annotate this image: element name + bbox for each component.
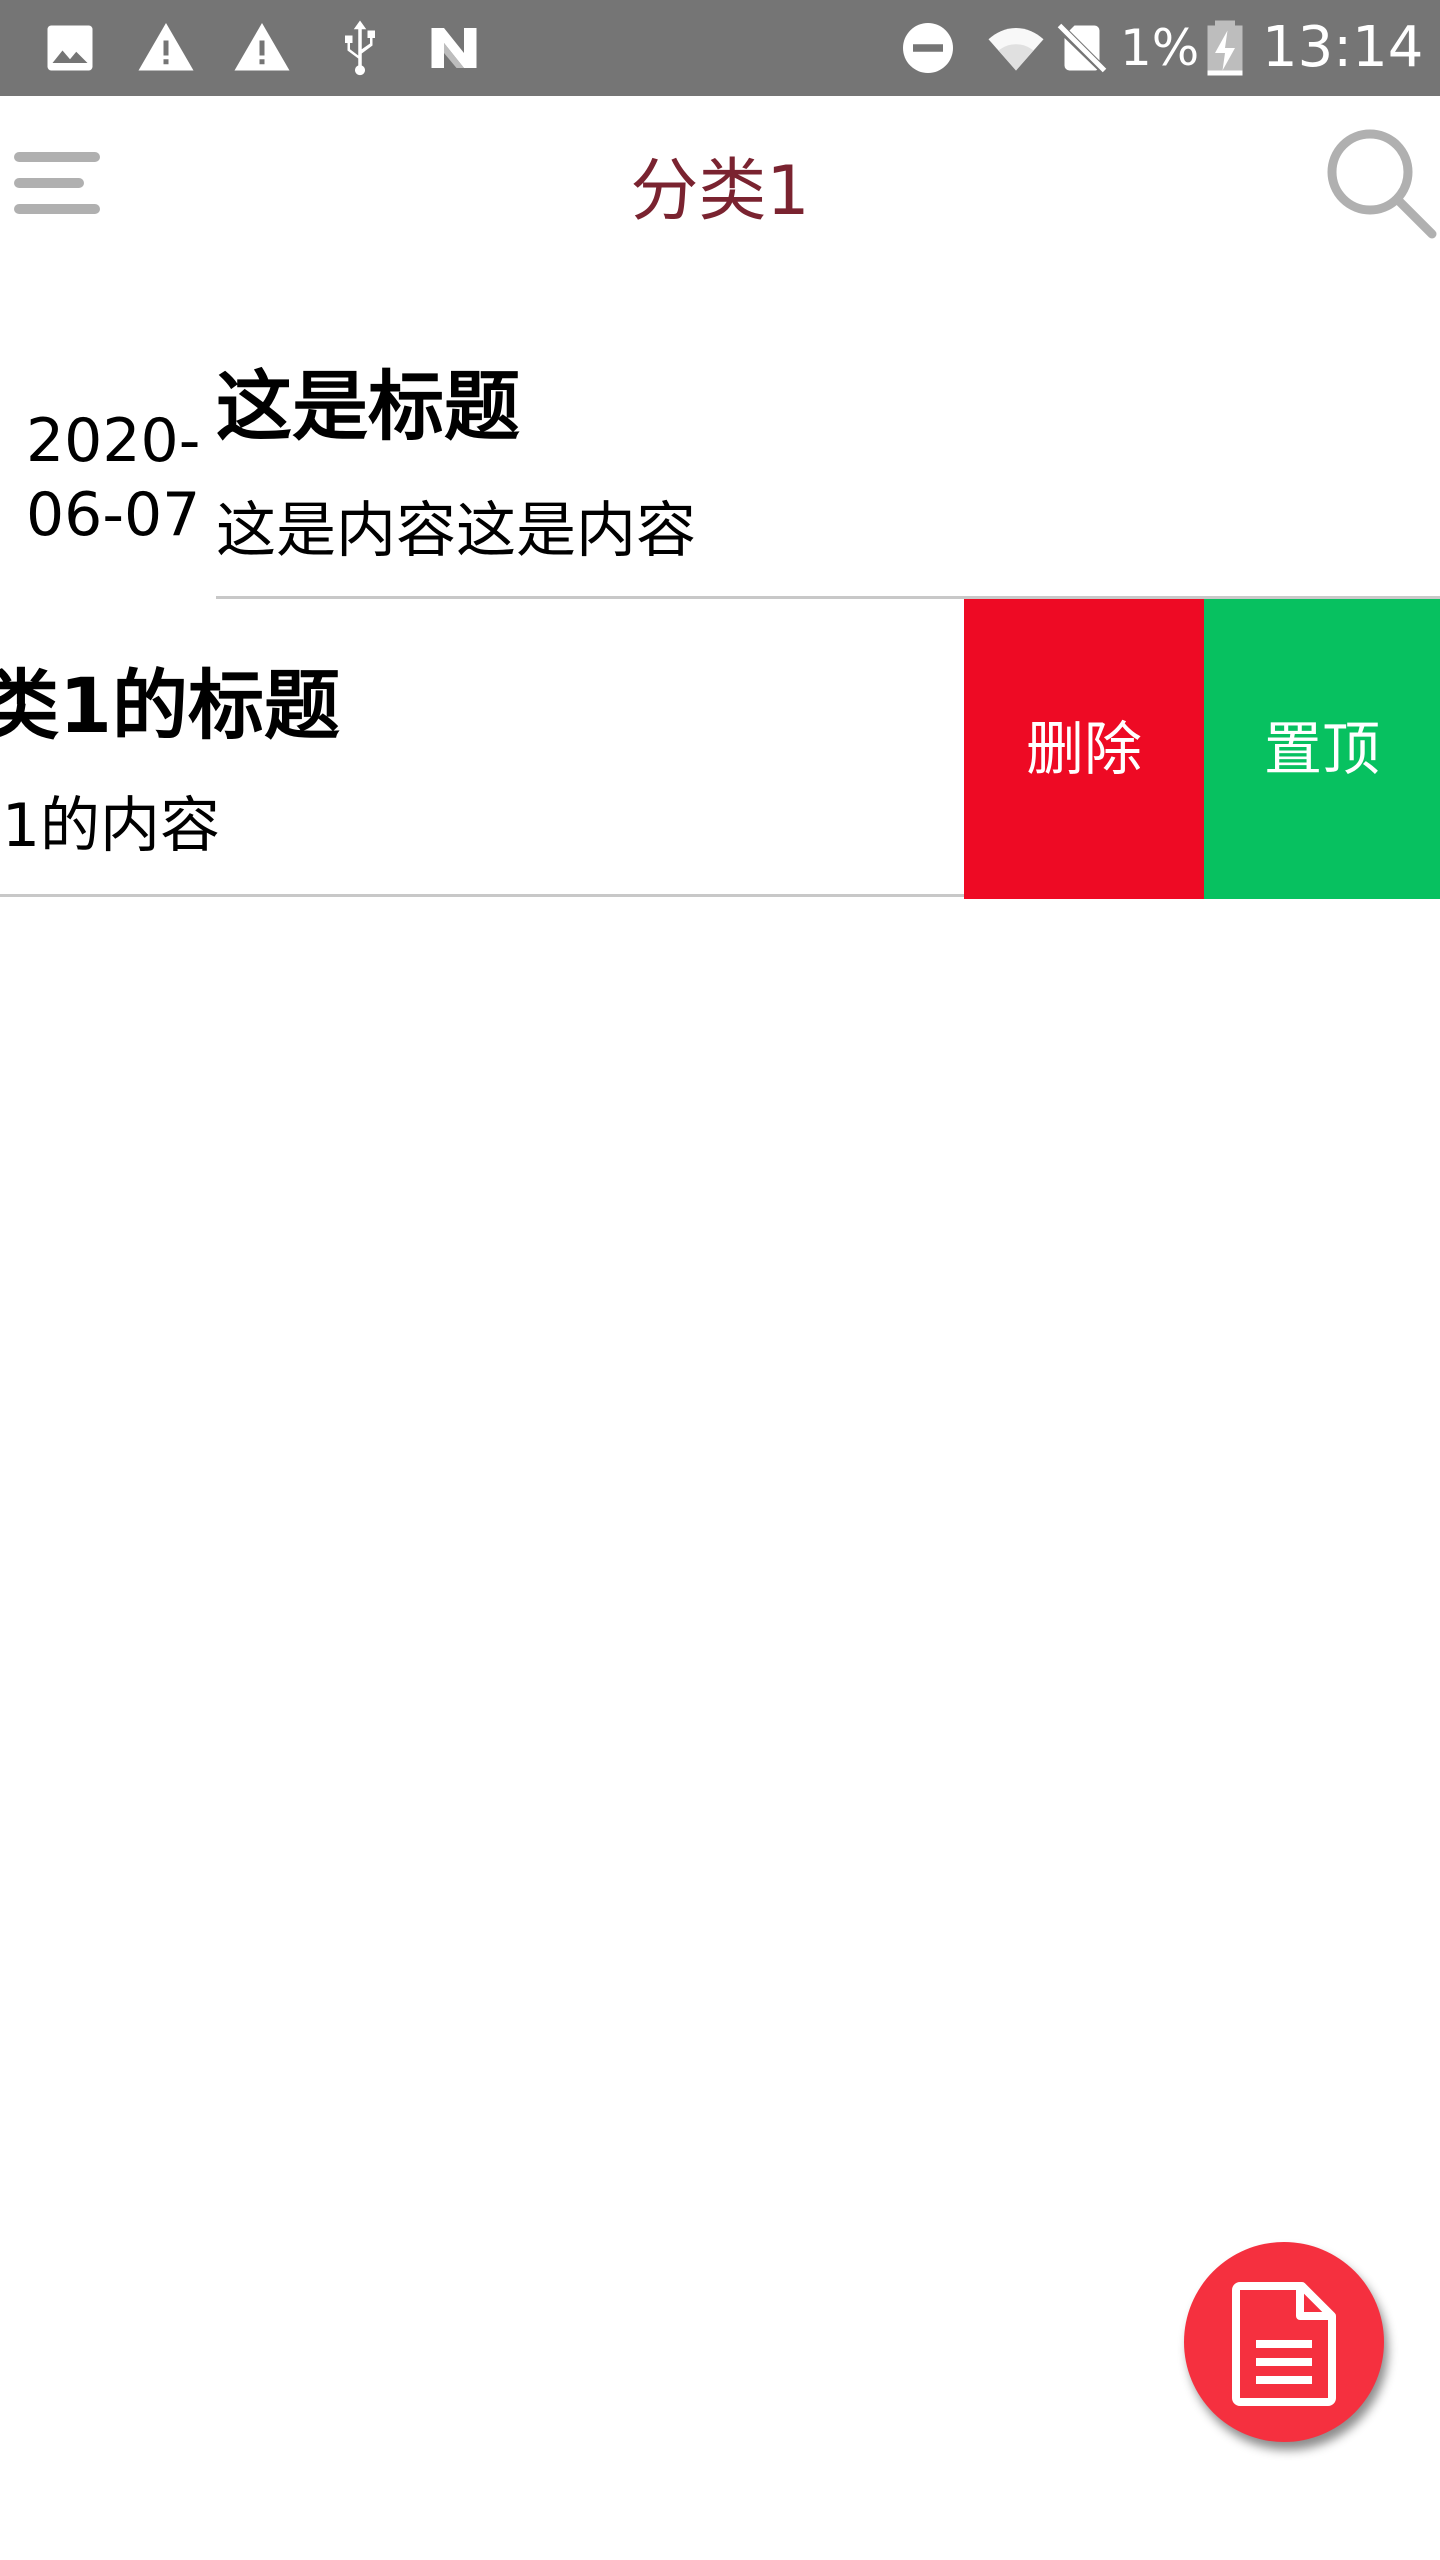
- note-title: 类1的标题: [0, 661, 340, 750]
- wifi-icon: [986, 18, 1046, 78]
- note-date: 2020- 06-07: [26, 406, 201, 550]
- warning-icon: [232, 18, 292, 78]
- battery-charging-icon: [1200, 18, 1250, 78]
- n-icon: [424, 18, 484, 78]
- screen: 1% 13:14 分类1 2020- 06-07 这是标题 这是内容这是内容 类…: [0, 0, 1440, 2560]
- search-button[interactable]: [1320, 122, 1438, 240]
- delete-button[interactable]: 删除: [964, 599, 1204, 899]
- divider: [0, 894, 964, 897]
- note-content: 这是内容这是内容: [216, 496, 696, 566]
- note-title: 这是标题: [216, 362, 520, 451]
- no-sim-icon: [1052, 18, 1112, 78]
- new-note-fab[interactable]: [1184, 2242, 1384, 2442]
- usb-icon: [330, 18, 390, 78]
- note-content: 1的内容: [1, 791, 220, 861]
- warning-icon: [136, 18, 196, 78]
- battery-percent: 1%: [1120, 19, 1200, 77]
- app-bar: 分类1: [0, 96, 1440, 294]
- search-icon: [1327, 129, 1437, 239]
- note-item-swiped[interactable]: 类1的标题 1的内容 删除 置顶: [0, 599, 1440, 899]
- page-title: 分类1: [630, 152, 810, 231]
- clock: 13:14: [1262, 15, 1424, 80]
- pin-to-top-button[interactable]: 置顶: [1204, 599, 1440, 899]
- status-bar: 1% 13:14: [0, 0, 1440, 96]
- document-icon: [1232, 2282, 1336, 2406]
- dnd-icon: [898, 18, 958, 78]
- note-item[interactable]: 2020- 06-07 这是标题 这是内容这是内容: [0, 294, 1440, 599]
- image-icon: [40, 18, 100, 78]
